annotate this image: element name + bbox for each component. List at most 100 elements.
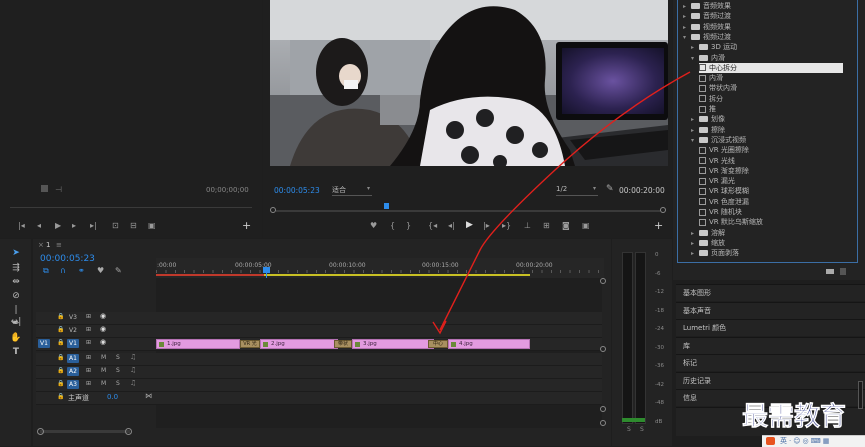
timeline-hscroll-right-handle[interactable] [125, 428, 132, 435]
solo-button[interactable]: S [116, 367, 120, 374]
eye-icon[interactable]: ◉ [100, 312, 106, 320]
go-to-out-button[interactable]: ▸} [502, 221, 511, 230]
effect-item[interactable]: ▸ 溶解 [691, 228, 725, 238]
mute-button[interactable]: M [101, 367, 106, 374]
clip-3[interactable]: 3.jpg [352, 339, 434, 349]
linked-selection-icon[interactable]: ⚭ [78, 266, 85, 275]
track-master[interactable] [156, 392, 602, 405]
transition-3[interactable]: 中心 [428, 340, 448, 348]
chevron-down-icon[interactable]: ▾ [691, 136, 699, 146]
resolution-dropdown[interactable]: 1/2 ▾ [556, 185, 598, 196]
effect-item[interactable]: VR 默比乌斯缩放 [699, 217, 763, 227]
mark-in-button[interactable]: { [390, 221, 395, 230]
eye-icon[interactable]: ◉ [100, 325, 106, 333]
lock-icon[interactable]: 🔒 [57, 339, 64, 346]
effect-item[interactable]: ▾ 内滑 [691, 53, 725, 63]
track-label[interactable]: V2 [67, 326, 79, 335]
effect-item[interactable]: 推 [699, 104, 716, 114]
eye-icon[interactable]: ◉ [100, 338, 106, 346]
nest-icon[interactable]: ⧉ [43, 266, 49, 276]
effect-item[interactable]: ▸ 音频效果 [683, 1, 731, 11]
mute-button[interactable]: M [101, 354, 106, 361]
step-back-button[interactable]: ◂| [448, 221, 455, 230]
effect-item[interactable]: ▸ 划像 [691, 114, 725, 124]
master-track-value[interactable]: 0.0 [107, 393, 118, 401]
track-a2[interactable] [156, 366, 602, 379]
timeline-timecode[interactable]: 00:00:05:23 [40, 254, 95, 264]
clip-4[interactable]: 4.jpg [448, 339, 530, 349]
clip-2[interactable]: 2.jpg [260, 339, 338, 349]
lock-icon[interactable]: 🔒 [57, 326, 64, 333]
effect-item[interactable]: ▸ 页面剥落 [691, 248, 739, 258]
chevron-right-icon[interactable]: ▸ [691, 249, 699, 259]
program-scrub-bar[interactable] [276, 210, 660, 212]
track-label[interactable]: A3 [67, 380, 79, 389]
hand-tool-icon[interactable]: ✋ [10, 332, 22, 344]
effect-item[interactable]: ▾ 视频过渡 [683, 32, 731, 42]
delete-icon[interactable] [840, 268, 846, 275]
razor-tool-icon[interactable]: ⊘ [10, 290, 22, 302]
microphone-icon[interactable]: ♫ [130, 379, 136, 387]
timeline-vscroll-bottom2[interactable] [600, 420, 606, 426]
mark-out-button[interactable]: } [406, 221, 411, 230]
timeline-settings-icon[interactable]: ✎ [115, 266, 122, 275]
source-export-icon[interactable]: ⊣ [55, 185, 62, 194]
sync-lock-icon[interactable]: ⊞ [86, 367, 91, 374]
chevron-down-icon[interactable]: ▾ [691, 54, 699, 64]
timeline-vscroll-mid[interactable] [600, 346, 606, 352]
pen-tool-icon[interactable]: ✒ [10, 318, 22, 330]
source-scrub-bar[interactable] [10, 207, 252, 208]
add-marker-icon[interactable]: ♥ [97, 266, 104, 275]
lock-icon[interactable]: 🔒 [57, 380, 64, 387]
source-overwrite-button[interactable]: ⊟ [130, 221, 137, 230]
sync-lock-icon[interactable]: ⊞ [86, 339, 91, 346]
master-lock-icon[interactable]: 🔒 [57, 393, 64, 400]
effect-item[interactable]: 带状内滑 [699, 83, 737, 93]
slip-tool-icon[interactable]: |↔| [10, 304, 22, 327]
source-mark-in-button[interactable]: |◂ [18, 221, 25, 230]
step-forward-button[interactable]: |▸ [483, 221, 490, 230]
timeline-vscroll-top[interactable] [600, 278, 606, 284]
chevron-down-icon[interactable]: ▾ [683, 33, 691, 43]
comparison-view-button[interactable]: ▣ [582, 221, 590, 230]
source-play-button[interactable]: ▶ [55, 221, 61, 230]
panel-tab[interactable]: 基本图形 [676, 284, 865, 301]
track-label[interactable]: A2 [67, 367, 79, 376]
track-label[interactable]: V3 [67, 313, 79, 322]
track-a1[interactable] [156, 353, 602, 366]
source-step-back-button[interactable]: ◂ [37, 221, 41, 230]
source-patch-v1[interactable]: V1 [38, 339, 50, 348]
extract-button[interactable]: ⊞ [543, 221, 550, 230]
wrench-icon[interactable]: ✎ [606, 184, 614, 194]
snap-icon[interactable]: ∩ [60, 266, 66, 275]
panel-tab[interactable]: 基本声音 [676, 301, 865, 319]
lock-icon[interactable]: 🔒 [57, 354, 64, 361]
microphone-icon[interactable]: ♫ [130, 353, 136, 361]
sync-lock-icon[interactable]: ⊞ [86, 313, 91, 320]
effect-item[interactable]: ▸ 视频效果 [683, 22, 731, 32]
ripple-edit-tool-icon[interactable]: ⇹ [10, 276, 22, 288]
selection-tool-icon[interactable]: ➤ [10, 247, 22, 259]
effect-item[interactable]: ▸ 擦除 [691, 125, 725, 135]
microphone-icon[interactable]: ♫ [130, 366, 136, 374]
mute-button[interactable]: M [101, 380, 106, 387]
solo-button[interactable]: S [116, 354, 120, 361]
effect-item[interactable]: VR 色度泄漏 [699, 197, 749, 207]
track-label[interactable]: A1 [67, 354, 79, 363]
effect-item[interactable]: VR 光线 [699, 156, 735, 166]
lift-button[interactable]: ⊥ [524, 221, 531, 230]
panel-scroll-indicator[interactable] [858, 381, 863, 409]
source-export-frame-button[interactable]: ▣ [148, 221, 156, 230]
panel-tab[interactable]: Lumetri 颜色 [676, 319, 865, 336]
camera-icon[interactable]: ◙ [562, 221, 570, 230]
add-marker-button[interactable]: ♥ [370, 221, 377, 230]
effect-item[interactable]: 内滑 [699, 73, 723, 83]
new-folder-icon[interactable] [826, 269, 834, 274]
transition-2[interactable]: 带状 [334, 340, 352, 348]
effect-item[interactable]: 中心拆分 [699, 62, 843, 73]
type-tool-icon[interactable]: T [10, 346, 22, 358]
sync-lock-icon[interactable]: ⊞ [86, 354, 91, 361]
lock-icon[interactable]: 🔒 [57, 367, 64, 374]
effect-item[interactable]: VR 球形模糊 [699, 186, 749, 196]
transition-1[interactable]: VR 光 [240, 340, 260, 348]
